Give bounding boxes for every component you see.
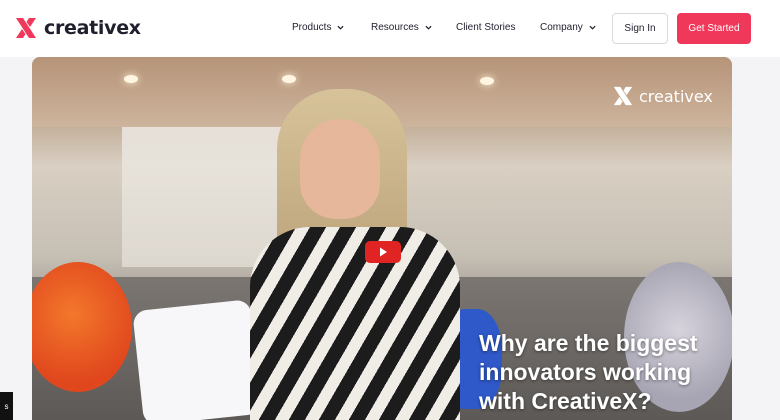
nav-company[interactable]: Company	[540, 22, 596, 33]
video-overlay-logo: creativex	[612, 85, 713, 107]
nav-resources-label: Resources	[371, 22, 419, 33]
top-navbar: creativex Products Resources Client Stor…	[0, 0, 780, 57]
creativex-logo-icon	[613, 86, 633, 106]
ceiling-light	[282, 75, 296, 83]
video-caption: Why are the biggest innovators working w…	[479, 330, 698, 414]
nav-client-stories-label: Client Stories	[456, 22, 516, 33]
video-player[interactable]: creativex Why are the biggest innovators…	[32, 57, 732, 420]
video-logo-text: creativex	[639, 86, 713, 106]
brand-name: creativex	[44, 17, 141, 39]
speaker-body	[250, 227, 460, 420]
creativex-logo-icon	[16, 18, 36, 38]
get-started-button[interactable]: Get Started	[677, 13, 751, 44]
chevron-down-icon	[337, 25, 345, 30]
chevron-down-icon	[589, 25, 596, 30]
chevron-down-icon	[425, 25, 432, 30]
ceiling-light	[124, 75, 138, 83]
nav-products[interactable]: Products	[292, 22, 345, 33]
side-tab[interactable]: s	[0, 392, 13, 420]
side-tab-label: s	[4, 401, 9, 411]
nav-client-stories[interactable]: Client Stories	[456, 22, 515, 33]
sign-in-button[interactable]: Sign In	[612, 13, 668, 44]
speaker-face	[300, 119, 380, 219]
brand-logo[interactable]: creativex	[14, 16, 141, 40]
play-triangle-icon	[380, 247, 387, 257]
youtube-play-icon[interactable]	[365, 241, 401, 263]
ceiling-light	[480, 77, 494, 85]
nav-products-label: Products	[292, 22, 332, 33]
white-pillow	[132, 299, 262, 420]
nav-company-label: Company	[540, 22, 583, 33]
nav-resources[interactable]: Resources	[371, 22, 432, 33]
